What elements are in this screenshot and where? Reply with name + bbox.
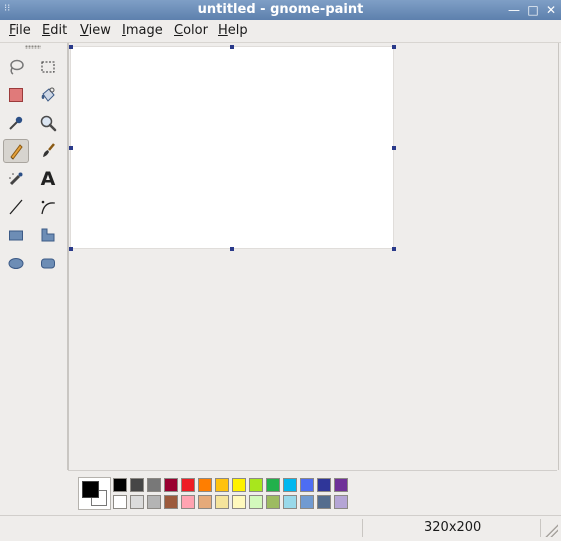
canvas-handle-top-right — [392, 45, 396, 49]
palette-swatch[interactable] — [283, 478, 297, 492]
fill-bucket-icon — [41, 87, 55, 102]
status-separator — [540, 519, 541, 537]
pencil-icon — [10, 144, 23, 160]
tool-rectangle[interactable] — [3, 223, 29, 247]
palette-swatch[interactable] — [317, 495, 331, 509]
menu-help[interactable]: Help — [218, 23, 248, 39]
tool-line[interactable] — [3, 195, 29, 219]
tool-zoom[interactable] — [35, 111, 61, 135]
palette-swatch[interactable] — [266, 495, 280, 509]
palette-swatch[interactable] — [334, 478, 348, 492]
palette-swatch[interactable] — [215, 478, 229, 492]
rect-select-icon — [41, 61, 55, 73]
rounded-rect-icon — [41, 258, 55, 269]
tool-airbrush[interactable] — [3, 167, 29, 191]
tool-curve[interactable] — [35, 195, 61, 219]
rectangle-icon — [9, 230, 23, 241]
palette-swatch[interactable] — [300, 495, 314, 509]
menu-edit[interactable]: Edit — [42, 23, 67, 39]
canvas[interactable] — [71, 47, 393, 248]
menu-file[interactable]: File — [9, 23, 31, 39]
status-bar: 320x200 — [0, 515, 561, 541]
canvas-handle-bottom-left — [69, 247, 73, 251]
tool-eraser[interactable] — [3, 83, 29, 107]
tool-polygon[interactable] — [35, 223, 61, 247]
palette-swatch[interactable] — [147, 495, 161, 509]
palette-swatch[interactable] — [164, 478, 178, 492]
ellipse-icon — [8, 258, 24, 269]
menu-image[interactable]: Image — [122, 23, 163, 39]
palette-swatch[interactable] — [300, 478, 314, 492]
close-icon[interactable]: ✕ — [544, 3, 558, 17]
tool-fill-bucket[interactable] — [35, 83, 61, 107]
palette-swatch[interactable] — [215, 495, 229, 509]
current-colors[interactable] — [78, 477, 111, 510]
resize-grip-icon[interactable] — [544, 523, 558, 537]
maximize-icon[interactable]: □ — [526, 3, 540, 17]
palette-swatch[interactable] — [198, 478, 212, 492]
minimize-icon[interactable]: — — [507, 3, 521, 17]
canvas-handle-right[interactable] — [392, 146, 396, 150]
toolbox-grip[interactable] — [25, 45, 41, 49]
palette-swatch[interactable] — [130, 478, 144, 492]
palette-swatch[interactable] — [181, 478, 195, 492]
color-picker-icon — [9, 116, 23, 130]
palette-swatch[interactable] — [317, 478, 331, 492]
window-title: untitled - gnome-paint — [197, 2, 364, 17]
text-icon: A — [40, 168, 56, 190]
tool-paintbrush[interactable] — [35, 139, 61, 163]
zoom-icon — [40, 115, 57, 132]
palette-swatch[interactable] — [249, 478, 263, 492]
menu-view[interactable]: View — [80, 23, 111, 39]
tool-rect-select[interactable] — [35, 55, 61, 79]
palette-swatch[interactable] — [198, 495, 212, 509]
palette-swatch[interactable] — [232, 495, 246, 509]
palette-swatch[interactable] — [147, 478, 161, 492]
tool-lasso-select[interactable] — [3, 55, 29, 79]
canvas-handle-top — [230, 45, 234, 49]
palette-swatch[interactable] — [249, 495, 263, 509]
curve-icon — [41, 200, 55, 215]
palette-swatch[interactable] — [283, 495, 297, 509]
palette-swatch[interactable] — [164, 495, 178, 509]
foreground-color-swatch[interactable] — [82, 481, 99, 498]
palette-swatch[interactable] — [130, 495, 144, 509]
canvas-handle-left — [69, 146, 73, 150]
lasso-select-icon — [10, 59, 24, 75]
tool-ellipse[interactable] — [3, 251, 29, 275]
palette-swatch[interactable] — [113, 478, 127, 492]
tool-pencil[interactable] — [3, 139, 29, 163]
toolbox: A — [0, 43, 68, 470]
canvas-handle-bottom[interactable] — [230, 247, 234, 251]
palette-swatch[interactable] — [181, 495, 195, 509]
palette-swatch[interactable] — [334, 495, 348, 509]
line-icon — [9, 199, 23, 215]
menu-color[interactable]: Color — [174, 23, 208, 39]
tool-text[interactable]: A — [35, 167, 61, 191]
canvas-size-label: 320x200 — [424, 520, 482, 535]
menu-bar: File Edit View Image Color Help — [0, 20, 561, 43]
palette-swatch[interactable] — [232, 478, 246, 492]
tool-rounded-rect[interactable] — [35, 251, 61, 275]
canvas-handle-bottom-right[interactable] — [392, 247, 396, 251]
eraser-icon — [9, 88, 23, 102]
title-bar: ⁝⁝ untitled - gnome-paint — □ ✕ — [0, 0, 561, 20]
polygon-icon — [41, 228, 55, 242]
palette-swatch[interactable] — [266, 478, 280, 492]
palette-swatch[interactable] — [113, 495, 127, 509]
canvas-handle-top-left — [69, 45, 73, 49]
paintbrush-icon — [43, 143, 55, 157]
airbrush-icon — [9, 172, 23, 186]
status-separator — [362, 519, 363, 537]
tool-color-picker[interactable] — [3, 111, 29, 135]
